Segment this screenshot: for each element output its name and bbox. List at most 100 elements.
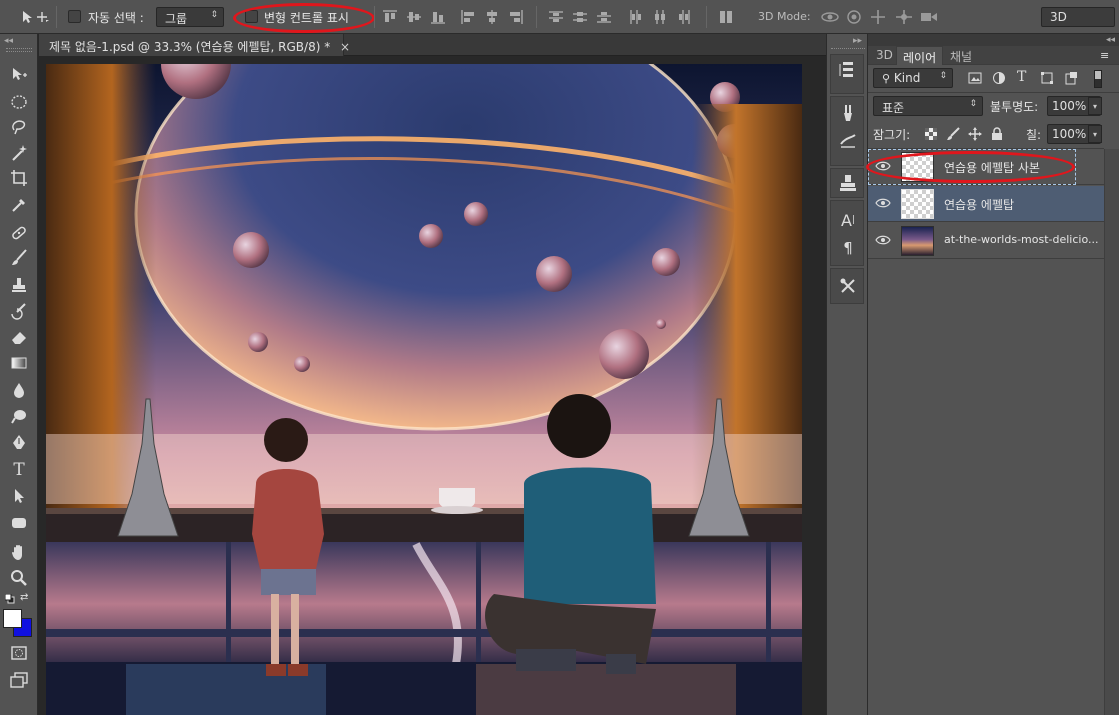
layer-row[interactable]: 연습용 에펠탑 (868, 186, 1104, 222)
move-icon[interactable] (6, 64, 32, 86)
type-icon[interactable]: T (6, 459, 32, 481)
brush-settings-icon[interactable] (837, 130, 859, 152)
distribute-bottom-icon[interactable] (596, 9, 612, 25)
move-tool-preset-icon[interactable] (20, 9, 50, 25)
distribute-vertical-center-icon[interactable] (572, 9, 588, 25)
auto-select-label: 자동 선택 : (88, 11, 144, 25)
paragraph-icon[interactable]: ¶ (837, 237, 859, 259)
zoom-icon[interactable] (6, 567, 32, 589)
magic-wand-icon[interactable] (6, 142, 32, 164)
brush-icon[interactable] (6, 247, 32, 269)
visibility-eye-icon[interactable] (875, 197, 891, 209)
panel-grip[interactable] (6, 48, 32, 52)
auto-select-target-dropdown[interactable]: 그룹 ⇕ (156, 7, 224, 27)
brush-presets-icon[interactable] (837, 102, 859, 124)
history-icon[interactable] (837, 59, 859, 81)
quick-mask-icon[interactable] (6, 642, 32, 664)
align-top-icon[interactable] (382, 9, 398, 25)
clone-stamp-icon[interactable] (6, 274, 32, 296)
lock-pixels-icon[interactable] (946, 127, 960, 141)
lock-transparency-icon[interactable] (924, 127, 938, 141)
marquee-icon[interactable] (6, 91, 32, 113)
document-title: 제목 없음-1.psd @ 33.3% (연습용 에펠탑, RGB/8) * (49, 40, 331, 54)
3d-pan-icon[interactable] (870, 9, 886, 25)
filter-smart-object-icon[interactable] (1064, 71, 1078, 85)
align-left-icon[interactable] (460, 9, 476, 25)
fill-label: 칠: (1026, 128, 1042, 142)
align-vertical-center-icon[interactable] (406, 9, 422, 25)
character-icon[interactable]: A | (837, 209, 859, 231)
layer-list-scrollbar[interactable] (1104, 149, 1119, 715)
3d-slide-icon[interactable] (894, 9, 914, 25)
lock-label: 잠그기: (873, 128, 911, 142)
filter-shape-icon[interactable] (1040, 71, 1054, 85)
lasso-icon[interactable] (6, 116, 32, 138)
history-brush-icon[interactable] (6, 300, 32, 322)
lock-position-icon[interactable] (968, 127, 982, 141)
auto-select-target-value: 그룹 (165, 12, 188, 26)
opacity-slider-toggle[interactable]: ▾ (1088, 97, 1102, 115)
blur-icon[interactable] (6, 379, 32, 401)
tab-3d[interactable]: 3D (870, 46, 899, 65)
tab-layers[interactable]: 레이어 (896, 46, 944, 65)
layer-row[interactable]: at-the-worlds-most-delicio... (868, 223, 1104, 259)
layer-filter-value: Kind (893, 71, 921, 85)
panel-grip[interactable] (831, 48, 865, 52)
3d-roll-icon[interactable] (846, 9, 862, 25)
fill-slider-toggle[interactable]: ▾ (1088, 125, 1102, 143)
auto-align-layers-icon[interactable] (718, 9, 734, 25)
close-tab-icon[interactable]: × (340, 40, 350, 54)
fill-value: 100% (1052, 127, 1087, 141)
panel-header-bar (868, 34, 1119, 46)
canvas[interactable] (46, 64, 802, 715)
hand-icon[interactable] (6, 541, 32, 563)
lock-all-icon[interactable] (990, 127, 1004, 141)
default-colors-icon[interactable] (4, 593, 15, 604)
document-tab[interactable]: 제목 없음-1.psd @ 33.3% (연습용 에펠탑, RGB/8) * × (39, 34, 350, 56)
tools-panel: ◂◂ T ⇄ (0, 34, 38, 715)
crop-icon[interactable] (6, 167, 32, 189)
filter-pixel-icon[interactable] (968, 71, 982, 85)
tool-presets-icon[interactable] (837, 275, 859, 297)
auto-select-checkbox[interactable] (68, 10, 81, 23)
healing-brush-icon[interactable] (6, 222, 32, 244)
gradient-icon[interactable] (6, 352, 32, 374)
align-horizontal-center-icon[interactable] (484, 9, 500, 25)
separator (706, 6, 707, 28)
path-selection-icon[interactable] (6, 485, 32, 507)
align-bottom-icon[interactable] (430, 9, 446, 25)
dropdown-arrow-icon: ⇕ (939, 71, 947, 81)
eraser-icon[interactable] (6, 326, 32, 348)
swap-colors-icon[interactable]: ⇄ (20, 592, 28, 603)
3d-scale-camera-icon[interactable] (920, 9, 938, 25)
panel-menu-icon[interactable]: ≡ (1100, 49, 1109, 62)
filter-type-icon[interactable]: T (1017, 69, 1031, 85)
distribute-right-icon[interactable] (676, 9, 692, 25)
layer-filter-dropdown[interactable]: ⚲ Kind ⇕ (873, 68, 953, 88)
blend-mode-dropdown[interactable]: 표준 ⇕ (873, 96, 983, 116)
workspace-switcher[interactable]: 3D (1041, 7, 1115, 27)
pen-icon[interactable] (6, 432, 32, 454)
foreground-color-swatch[interactable] (3, 609, 22, 628)
panel-icon-strip: ▸▸ A | ¶ (826, 34, 868, 715)
filter-toggle-switch[interactable] (1094, 70, 1102, 88)
clone-source-icon[interactable] (837, 172, 859, 194)
distribute-left-icon[interactable] (628, 9, 644, 25)
expand-arrows-icon[interactable]: ▸▸ (853, 36, 862, 46)
distribute-top-icon[interactable] (548, 9, 564, 25)
layer-thumbnail (901, 226, 934, 256)
dodge-icon[interactable] (6, 405, 32, 427)
3d-orbit-icon[interactable] (820, 9, 840, 25)
collapse-arrows-icon[interactable]: ◂◂ (4, 36, 13, 46)
distribute-horizontal-center-icon[interactable] (652, 9, 668, 25)
shape-icon[interactable] (6, 512, 32, 534)
screen-mode-icon[interactable] (6, 669, 32, 691)
eyedropper-icon[interactable] (6, 194, 32, 216)
collapse-panel-icon[interactable]: ◂◂ (1106, 35, 1115, 45)
filter-adjustment-icon[interactable] (992, 71, 1006, 85)
align-right-icon[interactable] (508, 9, 524, 25)
highlight-circle (233, 3, 375, 33)
layer-name: at-the-worlds-most-delicio... (944, 233, 1099, 246)
tab-channels[interactable]: 채널 (944, 46, 978, 65)
visibility-eye-icon[interactable] (875, 234, 891, 246)
